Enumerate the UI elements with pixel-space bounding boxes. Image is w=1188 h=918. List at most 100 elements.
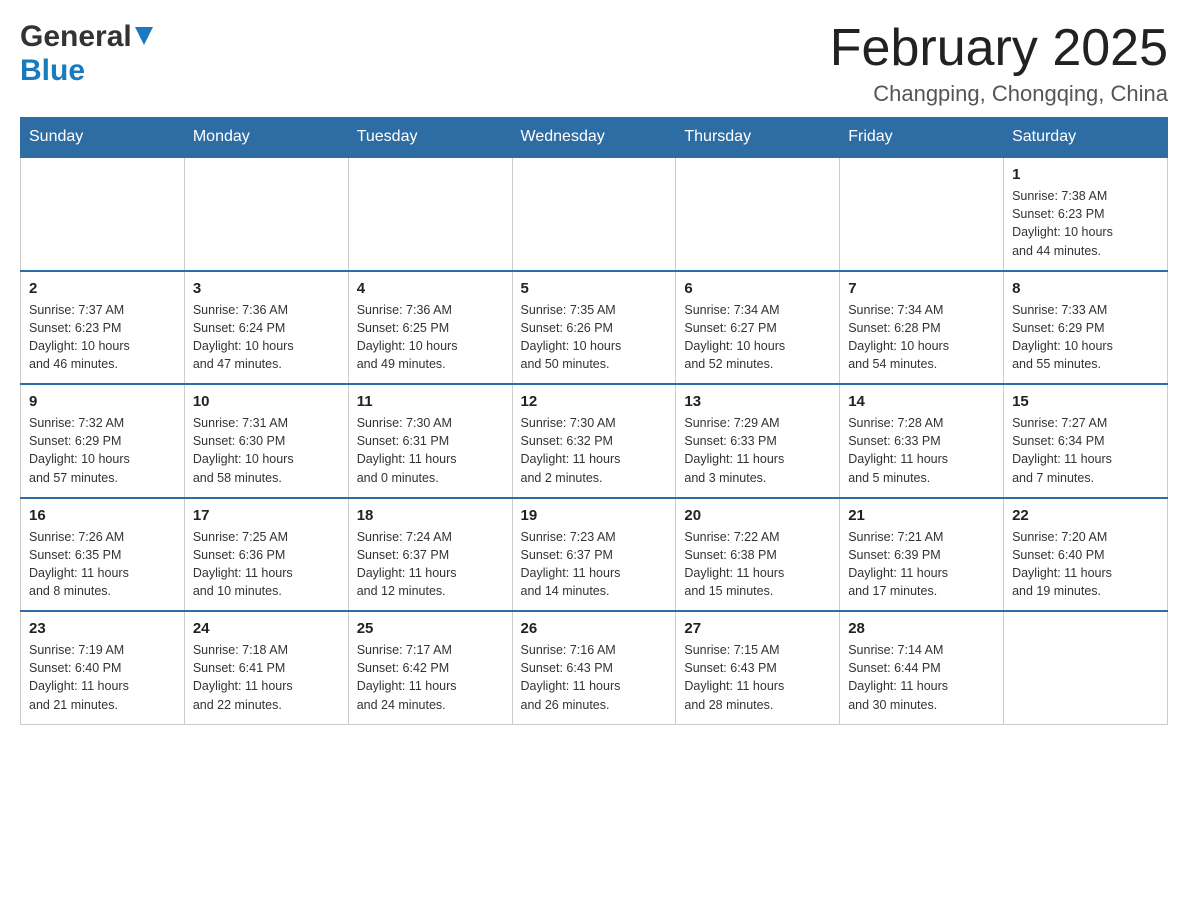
- day-number: 11: [357, 393, 504, 410]
- calendar-cell: 22Sunrise: 7:20 AM Sunset: 6:40 PM Dayli…: [1004, 498, 1168, 612]
- day-number: 2: [29, 280, 176, 297]
- day-number: 4: [357, 280, 504, 297]
- calendar-cell: 21 Sunrise: 7:21 AM Sunset: 6:39 PM Dayli…: [840, 498, 1004, 612]
- day-info: Sunrise: 7:29 AM Sunset: 6:33 PM Dayligh…: [684, 414, 831, 487]
- day-info: Sunrise: 7:22 AM Sunset: 6:38 PM Dayligh…: [684, 528, 831, 601]
- day-number: 19: [521, 507, 668, 524]
- day-info: Sunrise: 7:23 AM Sunset: 6:37 PM Dayligh…: [521, 528, 668, 601]
- day-info: Sunrise: 7:18 AM Sunset: 6:41 PM Dayligh…: [193, 641, 340, 714]
- calendar-cell: 23 Sunrise: 7:19 AM Sunset: 6:40 PM Dayli…: [21, 611, 185, 724]
- calendar-cell: [184, 157, 348, 271]
- title-block: February 2025 Changping, Chongqing, Chin…: [830, 20, 1168, 107]
- calendar-cell: 10 Sunrise: 7:31 AM Sunset: 6:30 PM Dayli…: [184, 384, 348, 498]
- calendar-cell: 4 Sunrise: 7:36 AM Sunset: 6:25 PM Daylig…: [348, 271, 512, 385]
- calendar-cell: 7Sunrise: 7:34 AM Sunset: 6:28 PM Daylig…: [840, 271, 1004, 385]
- weekday-header-row: SundayMondayTuesdayWednesdayThursdayFrid…: [21, 118, 1168, 158]
- day-info: Sunrise: 7:24 AM Sunset: 6:37 PM Dayligh…: [357, 528, 504, 601]
- location-title: Changping, Chongqing, China: [830, 81, 1168, 107]
- day-info: Sunrise: 7:17 AM Sunset: 6:42 PM Dayligh…: [357, 641, 504, 714]
- day-info: Sunrise: 7:30 AM Sunset: 6:31 PM Dayligh…: [357, 414, 504, 487]
- day-number: 21: [848, 507, 995, 524]
- day-number: 9: [29, 393, 176, 410]
- day-info: Sunrise: 7:36 AM Sunset: 6:24 PM Dayligh…: [193, 301, 340, 374]
- calendar-cell: 3 Sunrise: 7:36 AM Sunset: 6:24 PM Daylig…: [184, 271, 348, 385]
- day-info: Sunrise: 7:31 AM Sunset: 6:30 PM Dayligh…: [193, 414, 340, 487]
- weekday-thursday: Thursday: [676, 118, 840, 158]
- day-info: Sunrise: 7:35 AM Sunset: 6:26 PM Dayligh…: [521, 301, 668, 374]
- day-info: Sunrise: 7:27 AM Sunset: 6:34 PM Dayligh…: [1012, 414, 1159, 487]
- day-info: Sunrise: 7:30 AM Sunset: 6:32 PM Dayligh…: [521, 414, 668, 487]
- day-number: 10: [193, 393, 340, 410]
- calendar-cell: 17 Sunrise: 7:25 AM Sunset: 6:36 PM Dayli…: [184, 498, 348, 612]
- calendar-cell: 20 Sunrise: 7:22 AM Sunset: 6:38 PM Dayli…: [676, 498, 840, 612]
- week-row-2: 2 Sunrise: 7:37 AM Sunset: 6:23 PM Daylig…: [21, 271, 1168, 385]
- logo-general: General: [20, 20, 132, 54]
- weekday-friday: Friday: [840, 118, 1004, 158]
- day-number: 5: [521, 280, 668, 297]
- day-number: 25: [357, 620, 504, 637]
- day-info: Sunrise: 7:37 AM Sunset: 6:23 PM Dayligh…: [29, 301, 176, 374]
- calendar-cell: [512, 157, 676, 271]
- day-number: 17: [193, 507, 340, 524]
- week-row-1: 1 Sunrise: 7:38 AM Sunset: 6:23 PM Daylig…: [21, 157, 1168, 271]
- day-info: Sunrise: 7:16 AM Sunset: 6:43 PM Dayligh…: [521, 641, 668, 714]
- calendar-cell: 25 Sunrise: 7:17 AM Sunset: 6:42 PM Dayli…: [348, 611, 512, 724]
- day-info: Sunrise: 7:15 AM Sunset: 6:43 PM Dayligh…: [684, 641, 831, 714]
- day-info: Sunrise: 7:33 AM Sunset: 6:29 PM Dayligh…: [1012, 301, 1159, 374]
- day-info: Sunrise: 7:32 AM Sunset: 6:29 PM Dayligh…: [29, 414, 176, 487]
- calendar-cell: 11 Sunrise: 7:30 AM Sunset: 6:31 PM Dayli…: [348, 384, 512, 498]
- day-number: 18: [357, 507, 504, 524]
- calendar-cell: 14 Sunrise: 7:28 AM Sunset: 6:33 PM Dayli…: [840, 384, 1004, 498]
- day-number: 13: [684, 393, 831, 410]
- calendar-cell: [348, 157, 512, 271]
- day-number: 20: [684, 507, 831, 524]
- calendar-cell: [840, 157, 1004, 271]
- logo-triangle-icon: [135, 27, 153, 45]
- day-number: 8: [1012, 280, 1159, 297]
- day-number: 23: [29, 620, 176, 637]
- day-number: 14: [848, 393, 995, 410]
- day-info: Sunrise: 7:34 AM Sunset: 6:27 PM Dayligh…: [684, 301, 831, 374]
- day-number: 26: [521, 620, 668, 637]
- day-number: 12: [521, 393, 668, 410]
- calendar-cell: 12 Sunrise: 7:30 AM Sunset: 6:32 PM Dayli…: [512, 384, 676, 498]
- weekday-saturday: Saturday: [1004, 118, 1168, 158]
- week-row-3: 9 Sunrise: 7:32 AM Sunset: 6:29 PM Daylig…: [21, 384, 1168, 498]
- week-row-4: 16Sunrise: 7:26 AM Sunset: 6:35 PM Dayli…: [21, 498, 1168, 612]
- day-number: 15: [1012, 393, 1159, 410]
- calendar-cell: 27 Sunrise: 7:15 AM Sunset: 6:43 PM Dayli…: [676, 611, 840, 724]
- day-number: 7: [848, 280, 995, 297]
- day-info: Sunrise: 7:28 AM Sunset: 6:33 PM Dayligh…: [848, 414, 995, 487]
- day-number: 3: [193, 280, 340, 297]
- day-number: 27: [684, 620, 831, 637]
- day-info: Sunrise: 7:14 AM Sunset: 6:44 PM Dayligh…: [848, 641, 995, 714]
- day-info: Sunrise: 7:36 AM Sunset: 6:25 PM Dayligh…: [357, 301, 504, 374]
- week-row-5: 23 Sunrise: 7:19 AM Sunset: 6:40 PM Dayli…: [21, 611, 1168, 724]
- calendar-cell: 6 Sunrise: 7:34 AM Sunset: 6:27 PM Daylig…: [676, 271, 840, 385]
- calendar-cell: 26 Sunrise: 7:16 AM Sunset: 6:43 PM Dayli…: [512, 611, 676, 724]
- day-number: 6: [684, 280, 831, 297]
- calendar-cell: 15 Sunrise: 7:27 AM Sunset: 6:34 PM Dayli…: [1004, 384, 1168, 498]
- calendar-cell: 9 Sunrise: 7:32 AM Sunset: 6:29 PM Daylig…: [21, 384, 185, 498]
- calendar-cell: 24 Sunrise: 7:18 AM Sunset: 6:41 PM Dayli…: [184, 611, 348, 724]
- page-header: General Blue February 2025 Changping, Ch…: [20, 20, 1168, 107]
- calendar-cell: 2 Sunrise: 7:37 AM Sunset: 6:23 PM Daylig…: [21, 271, 185, 385]
- calendar-cell: 8 Sunrise: 7:33 AM Sunset: 6:29 PM Daylig…: [1004, 271, 1168, 385]
- day-info: Sunrise: 7:21 AM Sunset: 6:39 PM Dayligh…: [848, 528, 995, 601]
- calendar-cell: 1 Sunrise: 7:38 AM Sunset: 6:23 PM Daylig…: [1004, 157, 1168, 271]
- day-number: 24: [193, 620, 340, 637]
- day-number: 1: [1012, 166, 1159, 183]
- day-info: Sunrise: 7:25 AM Sunset: 6:36 PM Dayligh…: [193, 528, 340, 601]
- calendar-cell: [21, 157, 185, 271]
- calendar-cell: 28Sunrise: 7:14 AM Sunset: 6:44 PM Dayli…: [840, 611, 1004, 724]
- day-info: Sunrise: 7:19 AM Sunset: 6:40 PM Dayligh…: [29, 641, 176, 714]
- day-info: Sunrise: 7:38 AM Sunset: 6:23 PM Dayligh…: [1012, 187, 1159, 260]
- calendar-table: SundayMondayTuesdayWednesdayThursdayFrid…: [20, 117, 1168, 725]
- calendar-cell: 5 Sunrise: 7:35 AM Sunset: 6:26 PM Daylig…: [512, 271, 676, 385]
- month-title: February 2025: [830, 20, 1168, 77]
- logo: General Blue: [20, 20, 153, 88]
- day-info: Sunrise: 7:26 AM Sunset: 6:35 PM Dayligh…: [29, 528, 176, 601]
- calendar-cell: 16Sunrise: 7:26 AM Sunset: 6:35 PM Dayli…: [21, 498, 185, 612]
- calendar-cell: [1004, 611, 1168, 724]
- weekday-monday: Monday: [184, 118, 348, 158]
